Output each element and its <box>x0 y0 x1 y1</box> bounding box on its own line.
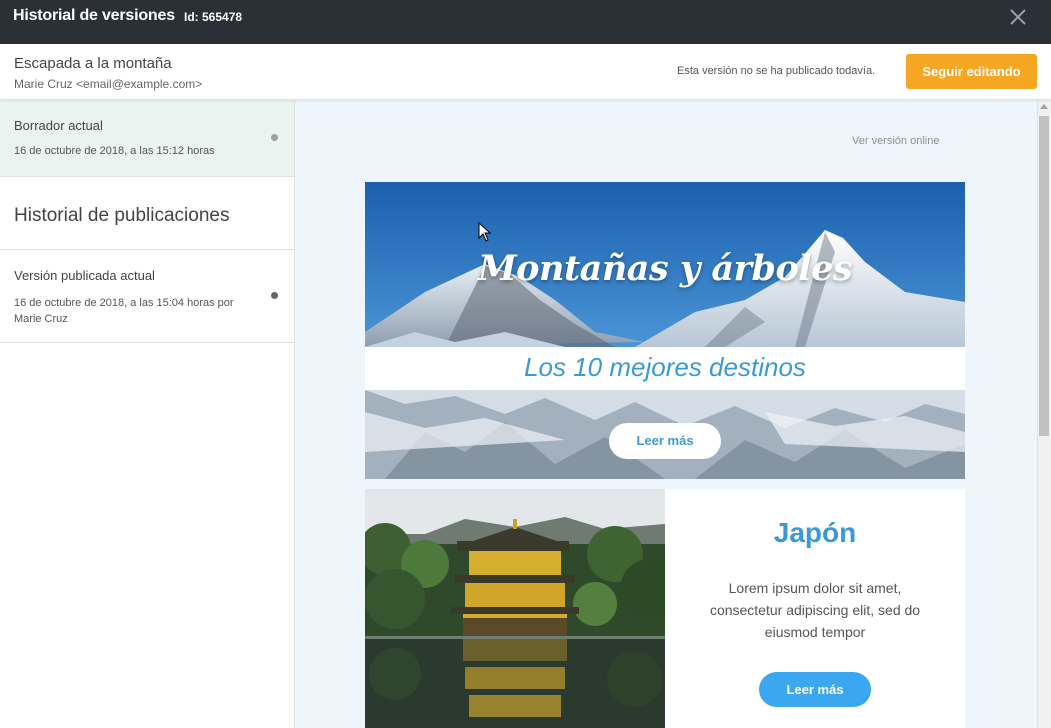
draft-date: 16 de octubre de 2018, a las 15:12 horas <box>14 145 215 157</box>
draft-label: Borrador actual <box>14 118 103 133</box>
version-id: Id: 565478 <box>184 10 243 24</box>
published-status-dot-icon <box>271 292 278 299</box>
card-title: Japón <box>773 517 857 548</box>
scroll-up-arrow-icon[interactable] <box>1040 104 1048 109</box>
hero-banner: Montañas y árboles Los 10 mejores destin… <box>365 182 965 479</box>
hero-read-more-button[interactable]: Leer más <box>609 423 721 459</box>
campaign-author: Marie Cruz <email@example.com> <box>14 77 203 91</box>
destination-card: Japón Lorem ipsum dolor sit amet, consec… <box>365 489 965 728</box>
mouse-pointer-icon <box>478 222 492 242</box>
card-body-text: Lorem ipsum dolor sit amet, consectetur … <box>709 580 921 640</box>
title-bar: Historial de versiones Id: 565478 <box>0 0 1051 44</box>
published-date: 16 de octubre de 2018, a las 15:04 horas… <box>14 297 234 325</box>
publish-status: Esta versión no se ha publicado todavía. <box>677 65 876 77</box>
continue-editing-button[interactable]: Seguir editando <box>906 54 1037 89</box>
draft-status-dot-icon <box>271 134 278 141</box>
published-label: Versión publicada actual <box>14 268 155 283</box>
view-online-link[interactable]: Ver versión online <box>852 135 939 147</box>
preview-scrollbar-thumb[interactable] <box>1039 116 1049 436</box>
versions-sidebar: Borrador actual 16 de octubre de 2018, a… <box>0 100 295 728</box>
window-title: Historial de versiones <box>13 7 175 24</box>
hero-subtitle: Los 10 mejores destinos <box>524 352 806 382</box>
card-read-more-button[interactable]: Leer más <box>759 672 871 707</box>
campaign-header: Escapada a la montaña Marie Cruz <email@… <box>0 44 1051 100</box>
sidebar-item-published-version[interactable]: Versión publicada actual 16 de octubre d… <box>0 250 294 343</box>
hero-script-title: Montañas y árboles <box>477 248 853 289</box>
golden-pavilion-image <box>365 489 665 728</box>
email-preview[interactable]: Ver versión online Montañas y árboles Lo… <box>295 100 1037 728</box>
campaign-name: Escapada a la montaña <box>14 55 172 72</box>
history-heading: Historial de publicaciones <box>14 205 230 226</box>
close-icon[interactable] <box>1007 6 1029 28</box>
sidebar-item-current-draft[interactable]: Borrador actual 16 de octubre de 2018, a… <box>0 100 294 177</box>
